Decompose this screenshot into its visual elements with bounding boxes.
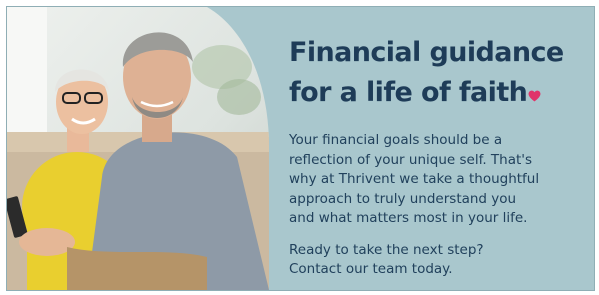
body-paragraph: Your financial goals should be a reflect… <box>289 131 585 229</box>
headline: Financial guidance for a life of faith <box>289 33 585 113</box>
headline-line-2-text: for a life of faith <box>289 77 528 108</box>
body-line: reflection of your unique self. That's <box>289 151 533 168</box>
heart-icon <box>528 90 541 102</box>
cta-paragraph: Ready to take the next step? Contact our… <box>289 241 585 280</box>
cta-line: Contact our team today. <box>289 261 453 277</box>
ad-copy: Financial guidance for a life of faith Y… <box>289 33 585 280</box>
body-line: and what matters most in your life. <box>289 210 528 226</box>
body-line: Your financial goals should be a <box>289 132 503 148</box>
couple-photo <box>7 7 269 290</box>
ad-banner[interactable]: Financial guidance for a life of faith Y… <box>6 6 595 291</box>
body-line: why at Thrivent we take a thoughtful <box>289 171 540 187</box>
headline-line-1: Financial guidance <box>289 37 564 68</box>
headline-line-2: for a life of faith <box>289 73 585 113</box>
cta-line: Ready to take the next step? <box>289 241 484 258</box>
body-line: approach to truly understand you <box>289 190 517 207</box>
